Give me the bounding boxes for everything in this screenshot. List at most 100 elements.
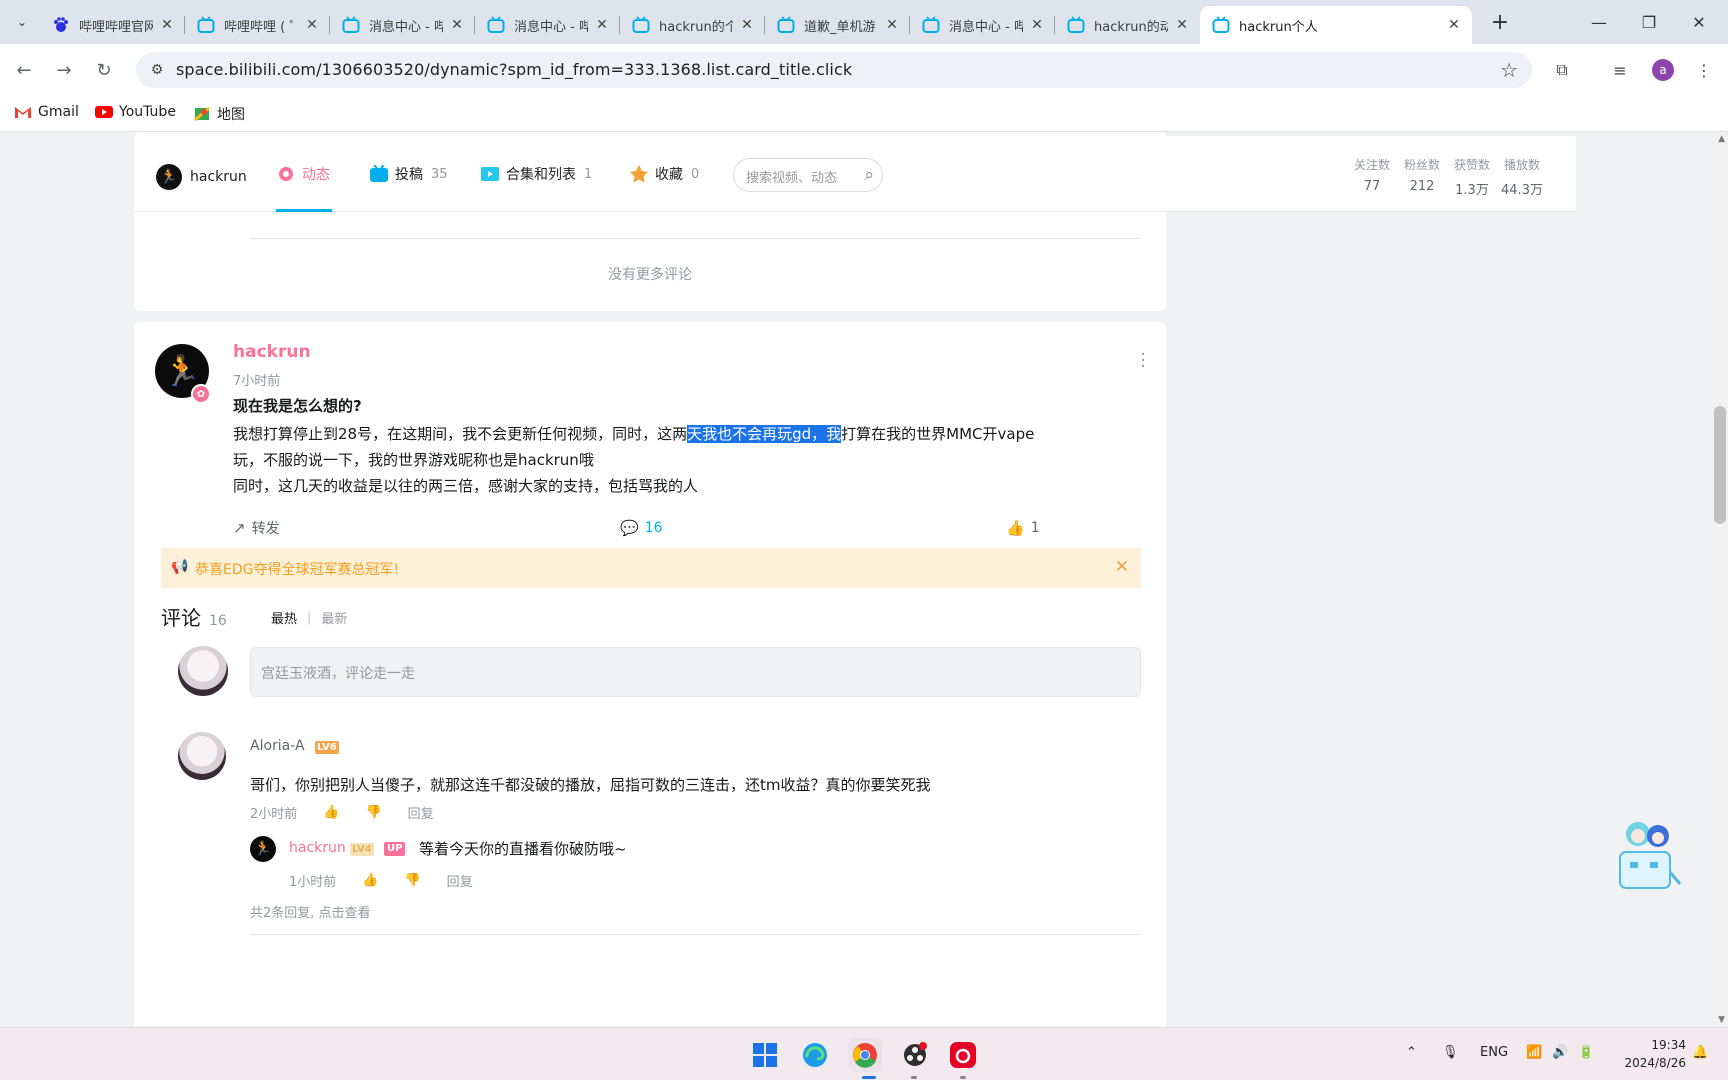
space-user[interactable]: 🏃 hackrun [156,164,247,190]
menu-button[interactable]: ⋮ [1690,56,1718,84]
reply-button[interactable]: 回复 [447,871,473,890]
comment-button[interactable]: 💬 16 [620,518,663,538]
forward-button[interactable]: → [48,54,80,86]
browser-tab[interactable]: hackrun的动 ✕ [1055,6,1200,44]
browser-tab[interactable]: 哔哩哔哩 ( ゜ ✕ [185,6,330,44]
comments-title: 评论 [161,606,201,630]
nav-label: 投稿 [395,167,423,183]
browser-tab-active[interactable]: hackrun个人 ✕ [1200,6,1472,44]
reply-author-name[interactable]: hackrun [289,840,346,856]
space-search-input[interactable]: 搜索视频、动态 ⌕ [733,158,883,192]
author-name[interactable]: hackrun [233,342,311,362]
commenter-avatar[interactable] [178,732,226,780]
thumbs-up-icon[interactable]: 👍 [362,873,378,888]
url-text[interactable]: space.bilibili.com/1306603520/dynamic?sp… [176,60,852,79]
chrome-app[interactable] [848,1038,882,1072]
more-options-icon[interactable]: · · · [1140,346,1146,376]
stat-label: 获赞数 [1453,158,1490,172]
netease-music-app[interactable] [946,1038,980,1072]
media-controls-button[interactable]: ≡ [1606,56,1634,84]
browser-tab[interactable]: 哔哩哔哩官网 ✕ [40,6,185,44]
address-bar[interactable]: ⚙ space.bilibili.com/1306603520/dynamic?… [136,52,1532,88]
thumbs-down-icon[interactable]: 👎 [365,805,381,820]
bookmark-maps[interactable]: 地图 [193,104,245,124]
close-window-button[interactable]: ✕ [1674,0,1724,44]
browser-tab[interactable]: 消息中心 - 哔 ✕ [475,6,620,44]
stat-value: 44.3万 [1501,183,1543,198]
close-icon[interactable]: ✕ [159,17,175,33]
notice-bar: 📢 恭喜EDG夺得全球冠军赛总冠军! ✕ [161,548,1141,588]
browser-tab[interactable]: 消息中心 - 哔 ✕ [910,6,1055,44]
scroll-up-icon[interactable]: ▲ [1718,134,1725,144]
close-icon[interactable]: ✕ [1174,17,1190,33]
notice-text[interactable]: 恭喜EDG夺得全球冠军赛总冠军! [195,559,399,579]
tray-overflow-icon[interactable]: ⌃ [1406,1045,1417,1060]
browser-tab[interactable]: hackrun的个 ✕ [620,6,765,44]
start-button[interactable] [748,1038,782,1072]
search-icon[interactable]: ⌕ [864,165,874,185]
site-info-icon[interactable]: ⚙ [148,61,166,79]
extensions-button[interactable]: ⧉ [1548,56,1576,84]
scroll-thumb[interactable] [1714,406,1726,524]
browser-tab[interactable]: 消息中心 - 哔 ✕ [330,6,475,44]
nav-tab-collections[interactable]: 合集和列表 1 [480,164,592,184]
input-language[interactable]: ENG [1480,1045,1508,1060]
bilibili-mascot-icon[interactable] [1614,816,1684,896]
close-icon[interactable]: ✕ [449,17,465,33]
close-icon[interactable]: ✕ [594,17,610,33]
notification-bell-icon[interactable]: 🔔 [1692,1045,1708,1060]
thumbs-up-icon[interactable]: 👍 [323,805,339,820]
close-icon[interactable]: ✕ [1115,557,1129,577]
nav-tab-uploads[interactable]: 投稿 35 [369,164,448,184]
sort-new[interactable]: 最新 [321,608,347,627]
close-icon[interactable]: ✕ [304,17,320,33]
bookmark-star-icon[interactable]: ☆ [1500,58,1518,82]
system-clock[interactable]: 19:34 2024/8/26 [1614,1036,1686,1072]
close-icon[interactable]: ✕ [884,17,900,33]
post-time[interactable]: 7小时前 [233,370,280,389]
level-badge: LV4 [350,843,374,856]
reply-button[interactable]: 回复 [408,803,434,822]
view-more-replies[interactable]: 共2条回复, 点击查看 [250,902,371,921]
stat-label: 粉丝数 [1403,158,1440,172]
stat-label: 播放数 [1503,158,1540,172]
comment-bubble-icon: 💬 [620,519,639,537]
close-icon[interactable]: ✕ [1029,17,1045,33]
nav-tab-dynamic[interactable]: 动态 [276,164,330,184]
profile-avatar[interactable]: a [1652,59,1674,81]
reload-button[interactable]: ↻ [88,54,120,86]
microphone-icon[interactable]: 🎙 [1442,1045,1459,1060]
bookmark-gmail[interactable]: Gmail [14,104,79,120]
volume-icon[interactable]: 🔊 [1552,1045,1568,1060]
dynamic-card: 🏃 ✿ hackrun 7小时前 · · · 现在我是怎么想的? 我想打算停止到28… [134,322,1166,1027]
share-arrow-icon: ↗ [233,519,246,537]
close-icon[interactable]: ✕ [739,17,755,33]
wifi-icon[interactable]: 📶 [1526,1045,1542,1060]
back-button[interactable]: ← [8,54,40,86]
forward-button[interactable]: ↗ 转发 [233,518,280,538]
new-tab-button[interactable]: + [1486,8,1514,36]
edge-app[interactable] [798,1038,832,1072]
nav-count: 1 [584,166,593,182]
comment-input[interactable]: 宫廷玉液酒，评论走一走 [250,647,1141,697]
minimize-button[interactable]: — [1574,0,1624,44]
close-icon[interactable]: ✕ [1446,17,1462,33]
thumbs-down-icon[interactable]: 👎 [404,873,420,888]
like-button[interactable]: 👍 1 [1006,518,1040,538]
tab-search-button[interactable]: ⌄ [8,8,36,36]
bookmark-youtube[interactable]: YouTube [95,104,176,120]
obs-app[interactable] [898,1038,932,1072]
stat-followers[interactable]: 粉丝数 212 [1398,156,1446,194]
restore-button[interactable]: ❐ [1624,0,1674,44]
scroll-down-icon[interactable]: ▼ [1718,1015,1725,1025]
browser-tab[interactable]: 道歉_单机游 ✕ [765,6,910,44]
stat-following[interactable]: 关注数 77 [1348,156,1396,194]
page-scrollbar[interactable]: ▲ ▼ [1712,132,1728,1027]
nav-tab-favorites[interactable]: 收藏 0 [629,164,699,184]
reply-avatar[interactable]: 🏃 [250,836,276,862]
battery-icon[interactable]: 🔋 [1578,1045,1594,1060]
bilibili-tv-icon [197,16,215,33]
reply-time: 1小时前 [289,875,337,890]
commenter-name[interactable]: Aloria-A [250,738,305,754]
sort-hot[interactable]: 最热 [271,608,297,627]
